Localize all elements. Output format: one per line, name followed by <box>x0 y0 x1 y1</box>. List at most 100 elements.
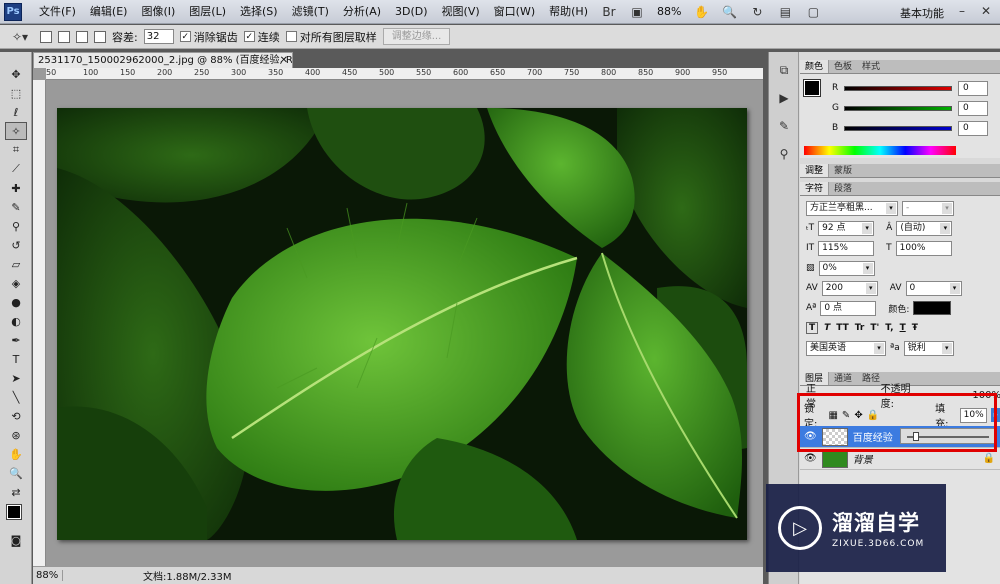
menu-3d[interactable]: 3D(D) <box>388 0 435 24</box>
marquee-tool-icon[interactable]: ⬚ <box>5 84 27 102</box>
refine-edge-button[interactable]: 调整边缘... <box>382 28 451 45</box>
red-value[interactable]: 0 <box>958 80 988 96</box>
green-slider[interactable] <box>844 105 952 111</box>
hand-tool-icon[interactable]: ✋ <box>5 445 27 463</box>
tab-character[interactable]: 字符 <box>800 182 830 195</box>
layer-name[interactable]: 背景 <box>853 451 873 466</box>
tab-styles[interactable]: 样式 <box>857 60 885 73</box>
move-tool-icon[interactable]: ✥ <box>5 65 27 83</box>
blur-tool-icon[interactable]: ● <box>5 293 27 311</box>
menu-image[interactable]: 图像(I) <box>134 0 182 24</box>
line-tool-icon[interactable]: ╲ <box>5 388 27 406</box>
new-selection-icon[interactable] <box>40 30 52 43</box>
menu-window[interactable]: 窗口(W) <box>487 0 542 24</box>
antialias-checkbox[interactable]: ✓ 消除锯齿 <box>179 29 238 45</box>
baseline-shift-input[interactable]: 0 点 <box>820 300 877 316</box>
dodge-tool-icon[interactable]: ◐ <box>5 312 27 330</box>
lasso-tool-icon[interactable]: ℓ <box>5 103 27 121</box>
color-swatches[interactable] <box>5 503 26 529</box>
workspace-switcher[interactable]: 基本功能 <box>900 5 944 21</box>
horizontal-scale-input[interactable]: 100% <box>895 240 952 256</box>
zoom-tool-icon[interactable]: 🔍 <box>5 464 27 482</box>
menu-select[interactable]: 选择(S) <box>233 0 285 24</box>
language-select[interactable]: 美国英语 ▾ <box>806 340 886 356</box>
document-tab[interactable]: 2531170_150002962000_2.jpg @ 88% (百度经验, … <box>33 52 293 68</box>
font-style-select[interactable]: - ▾ <box>902 200 954 216</box>
brush-tool-icon[interactable]: ✎ <box>5 198 27 216</box>
paint-bucket-tool-icon[interactable]: ◈ <box>5 274 27 292</box>
path-selection-tool-icon[interactable]: ➤ <box>5 369 27 387</box>
magic-wand-tool-icon[interactable]: ✧ <box>5 122 27 140</box>
zoom-icon[interactable]: 🔍 <box>718 3 740 21</box>
screen-mode-icon[interactable]: ▢ <box>802 3 824 21</box>
all-caps-icon[interactable]: TT <box>836 323 849 333</box>
faux-italic-icon[interactable]: T <box>824 323 830 333</box>
faux-bold-icon[interactable]: T <box>806 322 819 334</box>
color-spectrum[interactable] <box>804 146 956 155</box>
text-color-swatch[interactable] <box>913 301 952 315</box>
history-panel-icon[interactable]: ⧉ <box>773 60 795 80</box>
foreground-color[interactable] <box>6 504 22 520</box>
font-family-select[interactable]: 方正兰亭粗黑... ▾ <box>806 200 898 216</box>
intersect-selection-icon[interactable] <box>94 30 106 43</box>
tab-masks[interactable]: 蒙版 <box>829 164 857 177</box>
small-caps-icon[interactable]: Tr <box>855 323 865 333</box>
menu-analysis[interactable]: 分析(A) <box>336 0 388 24</box>
menu-edit[interactable]: 编辑(E) <box>83 0 135 24</box>
tab-channels[interactable]: 通道 <box>829 372 857 385</box>
healing-brush-tool-icon[interactable]: ✚ <box>5 179 27 197</box>
crop-tool-icon[interactable]: ⌗ <box>5 141 27 159</box>
tab-paragraph[interactable]: 段落 <box>829 182 857 195</box>
clone-source-panel-icon[interactable]: ⚲ <box>773 144 795 164</box>
tsume-select[interactable]: 0% ▾ <box>818 260 875 276</box>
add-selection-icon[interactable] <box>58 30 70 43</box>
font-size-select[interactable]: 92 点 ▾ <box>818 220 875 236</box>
minimize-icon[interactable]: – <box>952 2 972 20</box>
3d-orbit-tool-icon[interactable]: ⊛ <box>5 426 27 444</box>
green-value[interactable]: 0 <box>958 100 988 116</box>
magic-wand-preset-icon[interactable]: ✧▾ <box>9 28 31 46</box>
3d-rotate-tool-icon[interactable]: ⟲ <box>5 407 27 425</box>
menu-file[interactable]: 文件(F) <box>32 0 83 24</box>
tolerance-input[interactable]: 32 <box>143 29 174 44</box>
red-slider[interactable] <box>844 85 952 91</box>
clone-stamp-tool-icon[interactable]: ⚲ <box>5 217 27 235</box>
eyedropper-tool-icon[interactable]: ⟋ <box>5 160 27 178</box>
subscript-icon[interactable]: T, <box>885 323 893 333</box>
arrange-documents-icon[interactable]: ▤ <box>774 3 796 21</box>
subtract-selection-icon[interactable] <box>76 30 88 43</box>
blue-value[interactable]: 0 <box>958 120 988 136</box>
brush-panel-icon[interactable]: ✎ <box>773 116 795 136</box>
type-tool-icon[interactable]: T <box>5 350 27 368</box>
swap-colors-icon[interactable]: ⇄ <box>5 483 27 501</box>
underline-icon[interactable]: T <box>900 323 906 333</box>
eraser-tool-icon[interactable]: ▱ <box>5 255 27 273</box>
sample-all-layers-checkbox[interactable]: 对所有图层取样 <box>285 29 377 45</box>
antialias-select[interactable]: 锐利 ▾ <box>903 340 954 356</box>
leading-select[interactable]: (自动) ▾ <box>896 220 953 236</box>
status-zoom[interactable]: 88% <box>33 570 63 581</box>
menu-filter[interactable]: 滤镜(T) <box>285 0 336 24</box>
history-brush-tool-icon[interactable]: ↺ <box>5 236 27 254</box>
close-icon[interactable]: ✕ <box>976 2 996 20</box>
menu-help[interactable]: 帮助(H) <box>542 0 595 24</box>
quick-mask-icon[interactable]: ◙ <box>5 531 27 549</box>
vertical-scale-input[interactable]: 115% <box>818 240 875 256</box>
visibility-eye-icon[interactable]: 👁 <box>804 453 817 464</box>
tab-swatches[interactable]: 色板 <box>829 60 857 73</box>
bridge-icon[interactable]: Br <box>598 3 620 21</box>
tab-adjustments[interactable]: 调整 <box>800 164 830 177</box>
strikethrough-icon[interactable]: Ŧ <box>912 323 918 333</box>
tab-color[interactable]: 颜色 <box>800 60 830 73</box>
menu-layer[interactable]: 图层(L) <box>182 0 233 24</box>
superscript-icon[interactable]: T' <box>870 323 879 333</box>
menu-view[interactable]: 视图(V) <box>435 0 487 24</box>
kerning-select[interactable]: 0 ▾ <box>905 280 962 296</box>
view-extras-icon[interactable]: ▣ <box>626 3 648 21</box>
blue-slider[interactable] <box>844 125 952 131</box>
rotate-view-icon[interactable]: ↻ <box>746 3 768 21</box>
contiguous-checkbox[interactable]: ✓ 连续 <box>243 29 280 45</box>
tracking-select[interactable]: 200 ▾ <box>821 280 878 296</box>
actions-panel-icon[interactable]: ▶ <box>773 88 795 108</box>
close-document-icon[interactable]: ✕ <box>280 53 288 68</box>
